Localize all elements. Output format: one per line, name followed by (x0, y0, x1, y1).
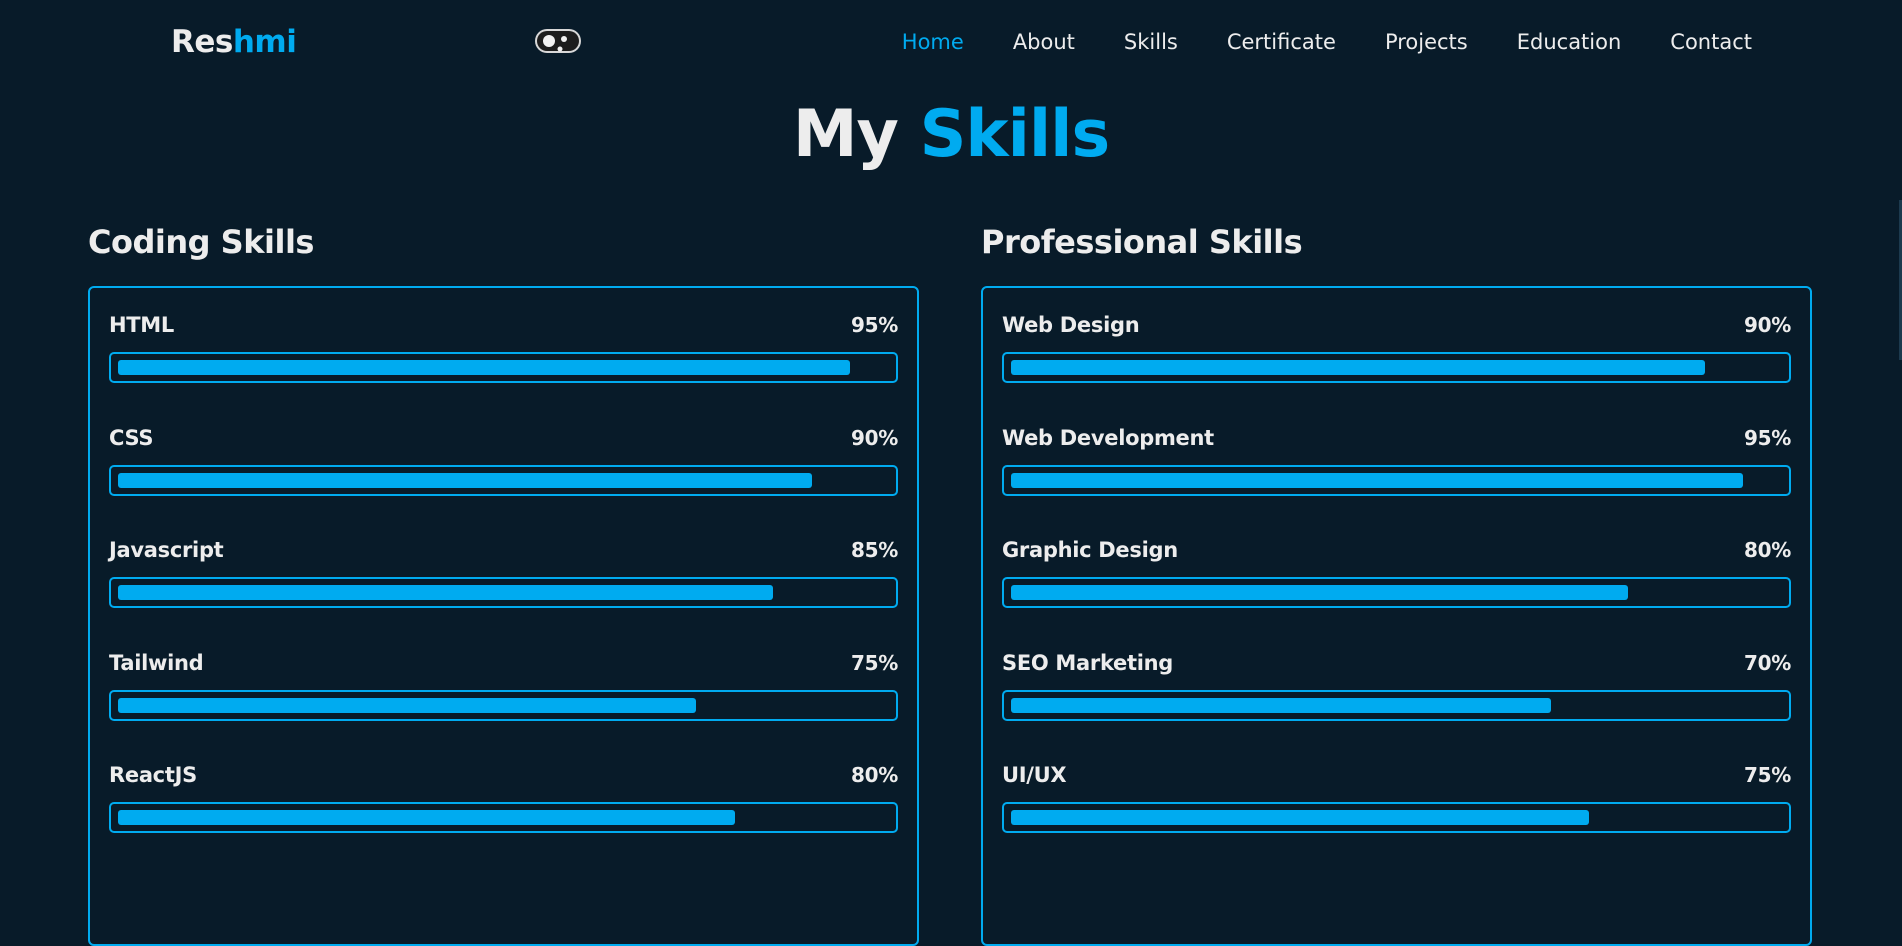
skill-item: Graphic Design 80% (1002, 535, 1791, 648)
skill-percent: 80% (851, 763, 898, 787)
coding-skills-box: HTML 95% CSS 90% Javascript 85% Tailwind… (88, 286, 919, 946)
skill-name: ReactJS (109, 763, 197, 787)
skill-progress-bar (109, 689, 898, 721)
skill-progress-fill (118, 585, 774, 600)
skill-progress-bar (109, 802, 898, 833)
skill-name: UI/UX (1002, 763, 1067, 787)
skill-item: CSS 90% (109, 423, 898, 536)
logo-main-text: Res (171, 24, 233, 60)
skill-progress-fill (118, 810, 735, 825)
skill-progress-bar (1002, 352, 1791, 383)
nav-contact[interactable]: Contact (1670, 27, 1752, 57)
site-logo[interactable]: Reshmi (171, 22, 297, 62)
skill-progress-bar (1002, 802, 1791, 833)
skill-item: HTML 95% (109, 310, 898, 423)
skill-percent: 90% (1744, 313, 1791, 337)
skill-progress-fill (1011, 585, 1628, 600)
skill-percent: 80% (1744, 538, 1791, 562)
skill-progress-fill (118, 360, 851, 375)
skill-percent: 95% (851, 313, 898, 337)
skill-percent: 70% (1744, 650, 1791, 675)
site-header: Reshmi Home About Skills Certificate Pro… (0, 0, 1902, 86)
skill-progress-fill (1011, 810, 1590, 825)
professional-skills-title: Professional Skills (981, 223, 1303, 261)
skill-name: Tailwind (109, 650, 204, 675)
skill-progress-bar (109, 577, 898, 608)
nav-home[interactable]: Home (902, 27, 964, 57)
skill-name: Javascript (109, 538, 224, 562)
skill-name: Web Development (1002, 425, 1214, 450)
skill-name: HTML (109, 313, 174, 337)
skill-progress-bar (1002, 577, 1791, 608)
main-nav: Home About Skills Certificate Projects E… (853, 27, 1752, 57)
skill-progress-bar (109, 352, 898, 383)
professional-skills-section: Professional Skills Web Design 90% Web D… (981, 218, 1812, 946)
page-title-main: My (792, 97, 899, 172)
theme-toggle-icon[interactable] (533, 27, 583, 59)
skill-progress-fill (118, 697, 697, 713)
nav-skills[interactable]: Skills (1124, 27, 1178, 57)
skill-progress-fill (1011, 472, 1744, 488)
skill-progress-fill (1011, 697, 1551, 713)
skill-item: Web Development 95% (1002, 423, 1791, 536)
page-title-accent: Skills (919, 97, 1111, 172)
skill-percent: 90% (851, 425, 898, 450)
skill-item: Web Design 90% (1002, 310, 1791, 423)
skill-name: Web Design (1002, 313, 1140, 337)
skill-item: Tailwind 75% (109, 648, 898, 761)
skill-percent: 75% (851, 650, 898, 675)
skill-progress-bar (1002, 464, 1791, 496)
skill-percent: 75% (1744, 763, 1791, 787)
skill-percent: 85% (851, 538, 898, 562)
skill-progress-fill (118, 472, 812, 488)
skill-progress-bar (109, 464, 898, 496)
page-title: My Skills (0, 95, 1902, 175)
professional-skills-box: Web Design 90% Web Development 95% Graph… (981, 286, 1812, 946)
skill-name: SEO Marketing (1002, 650, 1174, 675)
skill-percent: 95% (1744, 425, 1791, 450)
nav-certificate[interactable]: Certificate (1227, 27, 1336, 57)
skill-progress-fill (1011, 360, 1705, 375)
nav-projects[interactable]: Projects (1385, 27, 1468, 57)
skill-name: Graphic Design (1002, 538, 1178, 562)
nav-education[interactable]: Education (1517, 27, 1622, 57)
skill-item: Javascript 85% (109, 535, 898, 648)
logo-accent-text: hmi (232, 24, 297, 60)
skill-name: CSS (109, 425, 154, 450)
skill-item: SEO Marketing 70% (1002, 648, 1791, 761)
nav-about[interactable]: About (1013, 27, 1075, 57)
coding-skills-section: Coding Skills HTML 95% CSS 90% Javascrip… (88, 218, 919, 946)
coding-skills-title: Coding Skills (88, 223, 314, 261)
skill-progress-bar (1002, 689, 1791, 721)
